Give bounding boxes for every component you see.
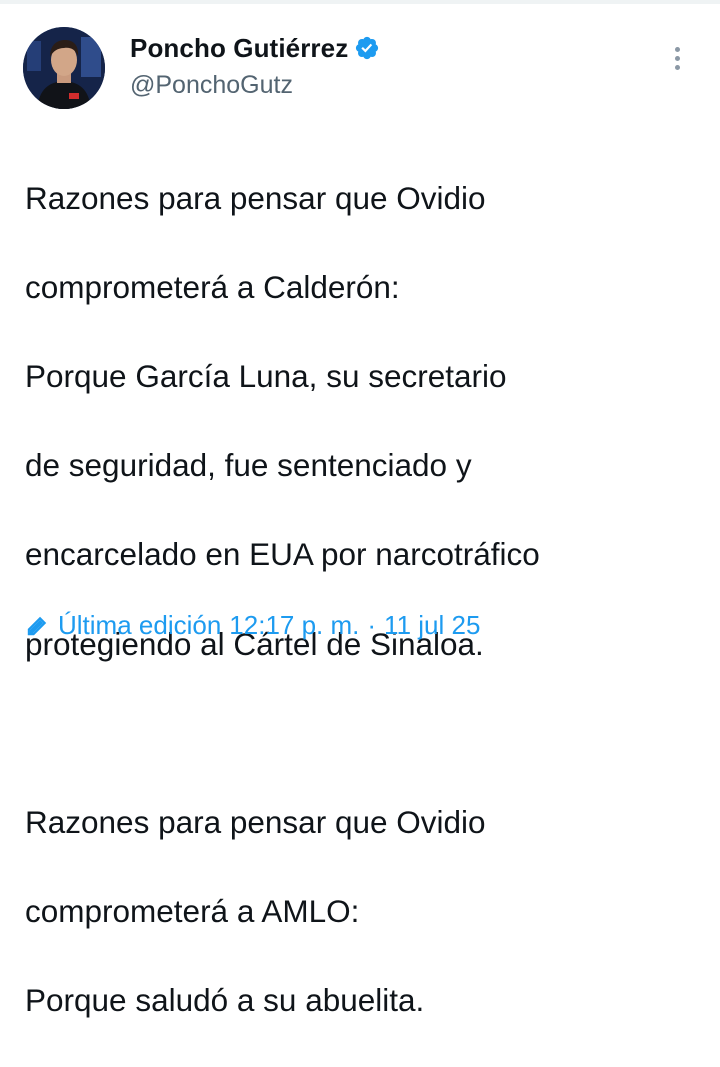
edit-separator: ·: [367, 610, 377, 640]
tweet-line: Porque García Luna, su secretario: [25, 357, 507, 394]
author-names: Poncho Gutiérrez @PonchoGutz: [130, 31, 380, 100]
edit-date: 11 jul 25: [384, 610, 481, 640]
tweet-line: Porque saludó a su abuelita.: [25, 982, 425, 1019]
tweet-header: Poncho Gutiérrez @PonchoGutz: [23, 25, 700, 109]
more-vertical-icon[interactable]: [672, 47, 682, 77]
verified-badge-icon[interactable]: [354, 35, 380, 61]
pencil-icon: [24, 613, 50, 639]
edit-time: 12:17 p. m.: [229, 610, 360, 640]
avatar-photo: [23, 27, 105, 109]
edit-label: Última edición: [58, 610, 222, 640]
avatar[interactable]: [23, 27, 105, 109]
tweet-line: comprometerá a Calderón:: [25, 268, 400, 305]
user-handle[interactable]: @PonchoGutz: [130, 71, 380, 100]
display-name[interactable]: Poncho Gutiérrez: [130, 33, 348, 64]
top-divider: [0, 0, 720, 4]
tweet-line: encarcelado en EUA por narcotráfico: [25, 536, 540, 573]
display-name-row: Poncho Gutiérrez: [130, 31, 380, 65]
edit-history-link[interactable]: Última edición 12:17 p. m. · 11 jul 25: [24, 610, 480, 641]
tweet-line: comprometerá a AMLO:: [25, 893, 360, 930]
tweet-line: Razones para pensar que Ovidio: [25, 803, 486, 840]
tweet-line: Razones para pensar que Ovidio: [25, 179, 486, 216]
tweet-text: Razones para pensar que Ovidio compromet…: [25, 131, 705, 1067]
tweet-line: de seguridad, fue sentenciado y: [25, 447, 472, 484]
